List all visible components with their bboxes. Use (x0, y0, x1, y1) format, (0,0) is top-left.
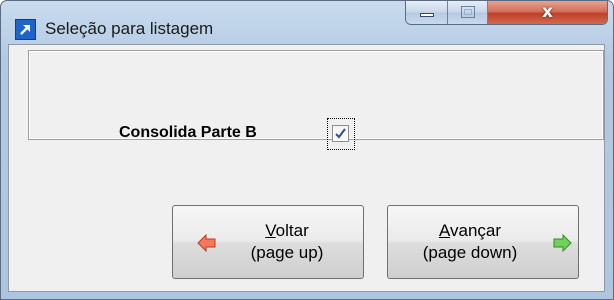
maximize-button[interactable] (448, 1, 488, 24)
consolida-parte-b-checkbox[interactable] (332, 125, 349, 142)
maximize-icon (461, 6, 475, 18)
title-bar[interactable]: Seleção para listagem x (1, 1, 613, 43)
close-button[interactable]: x (488, 1, 607, 24)
consolida-parte-b-focus-rect[interactable] (327, 118, 355, 150)
back-label-rest: oltar (275, 221, 309, 240)
checkmark-icon (335, 128, 346, 139)
back-accelerator: V (265, 221, 276, 240)
back-shortcut: (page up) (250, 243, 324, 262)
close-icon: x (542, 2, 553, 22)
options-panel (28, 50, 604, 140)
minimize-icon (420, 13, 434, 17)
left-arrow-icon (197, 234, 216, 252)
next-shortcut: (page down) (422, 243, 518, 262)
next-accelerator: A (438, 221, 450, 240)
app-arrow-icon (15, 19, 36, 40)
window-controls: x (405, 1, 608, 25)
window-title: Seleção para listagem (45, 19, 214, 38)
back-button-label: Voltar (page up) (235, 220, 339, 264)
next-button[interactable]: Avançar (page down) (387, 205, 579, 279)
next-label-rest: vançar (450, 221, 502, 240)
minimize-button[interactable] (406, 1, 448, 24)
consolida-parte-b-label: Consolida Parte B (119, 124, 257, 141)
next-button-label: Avançar (page down) (396, 220, 544, 264)
back-button[interactable]: Voltar (page up) (172, 205, 364, 279)
right-arrow-icon (553, 234, 572, 252)
